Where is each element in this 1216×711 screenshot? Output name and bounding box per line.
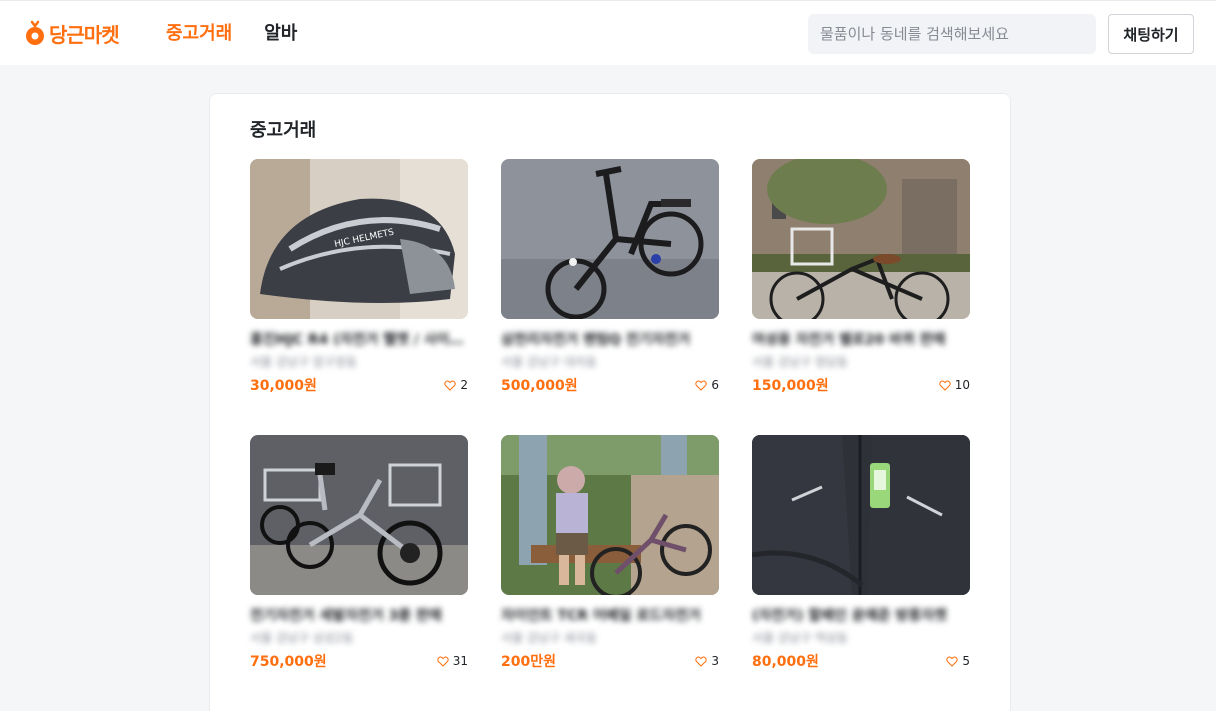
- logo[interactable]: 당근마켓: [24, 17, 120, 49]
- like-count: 2: [444, 378, 468, 392]
- product-region: 서울 강남구 압구정동: [250, 355, 357, 369]
- product-image-jacket: [752, 435, 970, 595]
- product-price: 200만원: [501, 654, 556, 670]
- product-image-road-bike: [501, 435, 719, 595]
- like-count-value: 6: [711, 378, 719, 392]
- product-region: 서울 강남구 역삼동: [752, 631, 848, 645]
- main-nav: 중고거래 알바: [166, 19, 297, 45]
- product-title: 여성용 자전거 벨로20 바퀴 판매: [752, 332, 946, 348]
- product-footer: 30,000원 2: [250, 375, 468, 395]
- heart-icon: [939, 379, 951, 391]
- product-title: 삼천리자전거 팬텀Q 전기자전거: [501, 332, 691, 348]
- product-price: 500,000원: [501, 378, 578, 394]
- product-price: 150,000원: [752, 378, 829, 394]
- search-input[interactable]: [808, 14, 1096, 54]
- chat-button[interactable]: 채팅하기: [1108, 14, 1194, 54]
- product-footer: 750,000원 31: [250, 651, 468, 671]
- product-card[interactable]: 삼천리자전거 팬텀Q 전기자전거 서울 강남구 대치동 500,000원 6: [501, 159, 719, 404]
- product-card[interactable]: (자전거) 할배인 윤예준 방풍자켓 서울 강남구 역삼동 80,000원 5: [752, 435, 970, 680]
- product-title: 홍진HJC R4 (자전거 헬멧 / 사이즈 L): [250, 332, 468, 348]
- like-count-value: 2: [460, 378, 468, 392]
- like-count: 6: [695, 378, 719, 392]
- like-count-value: 10: [954, 378, 970, 392]
- section-title: 중고거래: [250, 120, 317, 141]
- like-count-value: 31: [452, 654, 468, 668]
- product-image-helmet: HJC HELMETS: [250, 159, 468, 319]
- product-region: 서울 강남구 청담동: [752, 355, 848, 369]
- product-price: 80,000원: [752, 654, 819, 670]
- product-image-tricycle: [250, 435, 468, 595]
- product-title: 전기자전거 세발자전거 3륜 판매: [250, 608, 442, 624]
- heart-icon: [695, 655, 708, 667]
- product-footer: 80,000원 5: [752, 651, 970, 671]
- product-footer: 150,000원 10: [752, 375, 970, 395]
- product-card[interactable]: 전기자전거 세발자전거 3륜 판매 서울 강남구 삼성2동 750,000원 3…: [250, 435, 468, 680]
- like-count-value: 5: [962, 654, 970, 668]
- product-title: (자전거) 할배인 윤예준 방풍자켓: [752, 608, 947, 624]
- like-count: 5: [946, 654, 970, 668]
- heart-icon: [695, 379, 708, 391]
- like-count: 10: [939, 378, 970, 392]
- product-price: 750,000원: [250, 654, 327, 670]
- nav-item-used-trade[interactable]: 중고거래: [166, 19, 232, 45]
- like-count: 31: [437, 654, 468, 668]
- nav-item-part-time[interactable]: 알바: [264, 19, 297, 45]
- product-region: 서울 강남구 삼성2동: [250, 631, 354, 645]
- top-header: 당근마켓 중고거래 알바 채팅하기: [0, 0, 1216, 65]
- product-image-folding-bike: [501, 159, 719, 319]
- product-region: 서울 강남구 대치동: [501, 355, 597, 369]
- product-region: 서울 강남구 세곡동: [501, 631, 597, 645]
- logo-text: 당근마켓: [49, 22, 120, 47]
- like-count: 3: [695, 654, 719, 668]
- heart-icon: [437, 655, 449, 667]
- carrot-logo-icon: [24, 19, 46, 47]
- product-footer: 500,000원 6: [501, 375, 719, 395]
- product-card[interactable]: HJC HELMETS 홍진HJC R4 (자전거 헬멧 / 사이즈 L) 서울…: [250, 159, 468, 404]
- product-footer: 200만원 3: [501, 651, 719, 671]
- product-title: 자이언트 TCR 어베일 로드자전거: [501, 608, 701, 624]
- product-card[interactable]: 자이언트 TCR 어베일 로드자전거 서울 강남구 세곡동 200만원 3: [501, 435, 719, 680]
- product-image-city-bike: [752, 159, 970, 319]
- main-panel: 중고거래 HJC HELMETS 홍진HJC R4 (자전거 헬멧 / 사이즈 …: [209, 93, 1011, 711]
- heart-icon: [946, 655, 959, 667]
- heart-icon: [444, 379, 457, 391]
- product-price: 30,000원: [250, 378, 317, 394]
- like-count-value: 3: [711, 654, 719, 668]
- product-card[interactable]: 여성용 자전거 벨로20 바퀴 판매 서울 강남구 청담동 150,000원 1…: [752, 159, 970, 404]
